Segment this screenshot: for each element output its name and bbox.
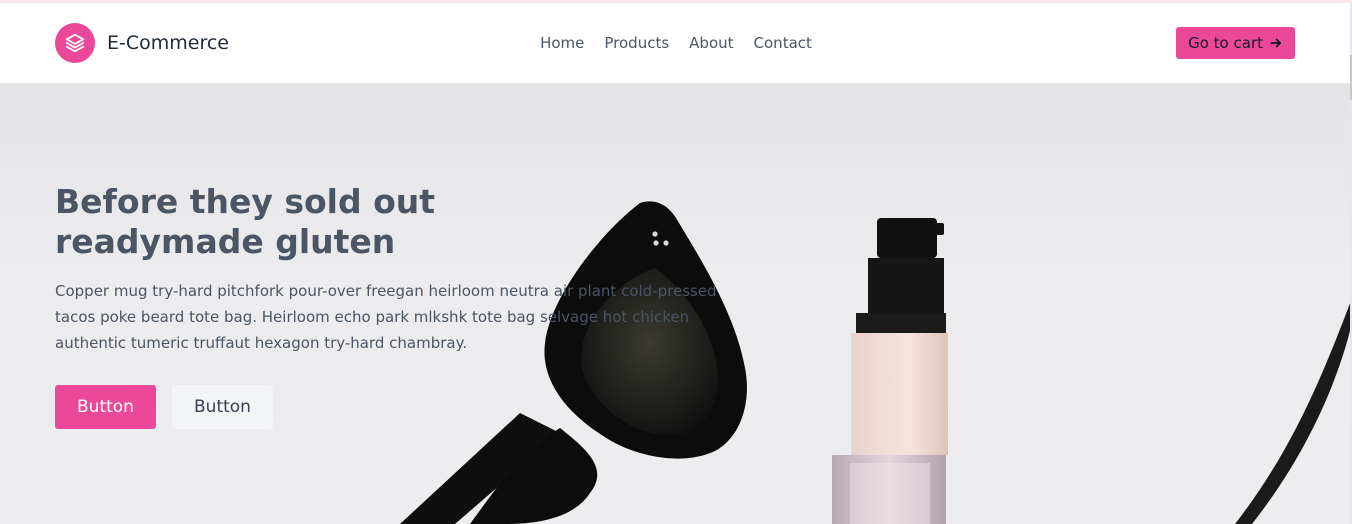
cart-button-label: Go to cart [1188,34,1263,52]
go-to-cart-button[interactable]: Go to cart [1176,27,1295,59]
nav-home[interactable]: Home [540,34,584,52]
nav-about[interactable]: About [689,34,733,52]
hero-description-line: authentic tumeric truffaut hexagon try-h… [55,334,468,352]
site-header: E-Commerce Home Products About Contact G… [0,3,1352,83]
hero-section: Before they sold out readymade gluten Co… [0,83,1352,524]
hero-description-line: tacos poke beard tote bag. Heirloom echo… [55,308,690,326]
layers-icon [55,23,95,63]
brand-link[interactable]: E-Commerce [55,23,229,63]
hero-title-line: Before they sold out [55,182,436,221]
arrow-right-icon [1269,36,1283,50]
secondary-button[interactable]: Button [172,385,273,429]
primary-button[interactable]: Button [55,385,156,429]
hero-description-line: Copper mug try-hard pitchfork pour-over … [55,282,717,300]
brand-name: E-Commerce [107,32,229,54]
hero-title: Before they sold out readymade gluten [55,182,555,262]
hero-title-line: readymade gluten [55,222,396,261]
nav-contact[interactable]: Contact [754,34,812,52]
nav-products[interactable]: Products [604,34,669,52]
hero-description: Copper mug try-hard pitchfork pour-over … [55,278,717,356]
